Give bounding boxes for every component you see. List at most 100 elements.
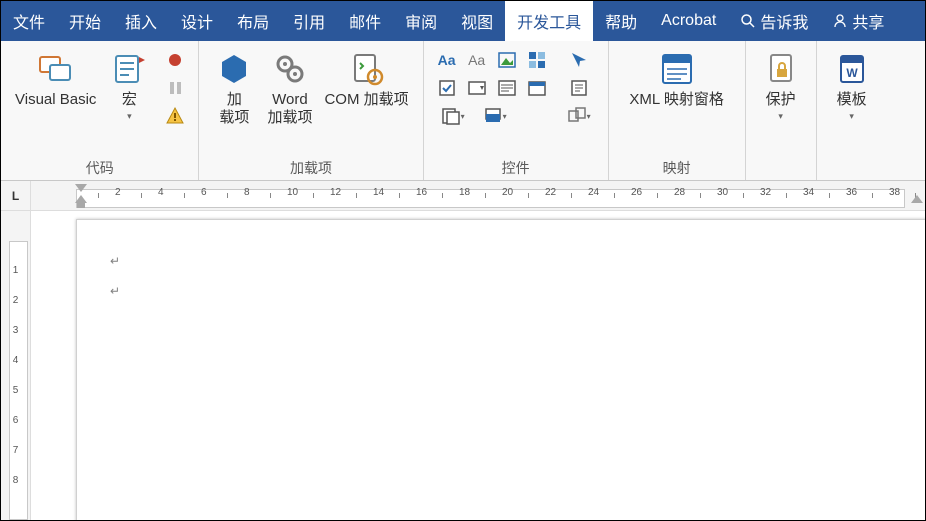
document-canvas[interactable]: ↵ ↵ bbox=[31, 211, 925, 520]
plain-text-content-control-button[interactable]: Aa bbox=[466, 49, 488, 71]
addins-button[interactable]: 加 载项 bbox=[207, 47, 261, 129]
tab-review[interactable]: 审阅 bbox=[393, 1, 449, 41]
horizontal-ruler[interactable]: 246810121416182022242628303234363840 bbox=[31, 181, 925, 211]
right-indent-marker[interactable] bbox=[911, 195, 923, 203]
left-indent-marker[interactable] bbox=[75, 195, 87, 208]
ruler-tick: 24 bbox=[588, 187, 599, 198]
group-code-label: 代码 bbox=[1, 158, 198, 178]
group-addins: 加 载项 Word 加载项 COM 加载项 加载项 bbox=[199, 41, 423, 180]
macros-icon bbox=[109, 49, 149, 89]
app-window: 文件 开始 插入 设计 布局 引用 邮件 审阅 视图 开发工具 帮助 Acrob… bbox=[0, 0, 926, 521]
ruler-tick: 6 bbox=[201, 187, 207, 198]
com-addins-icon bbox=[347, 49, 387, 89]
ruler-tick: 4 bbox=[1, 355, 30, 366]
first-line-indent-marker[interactable] bbox=[75, 184, 87, 192]
chevron-down-icon: ▾ bbox=[127, 111, 132, 122]
protect-button[interactable]: 保护 ▾ bbox=[754, 47, 808, 124]
design-mode-button[interactable] bbox=[562, 49, 596, 71]
ruler-tick: 16 bbox=[416, 187, 427, 198]
ruler-tick: 28 bbox=[674, 187, 685, 198]
tab-acrobat[interactable]: Acrobat bbox=[649, 1, 728, 41]
record-macro-button[interactable] bbox=[164, 49, 186, 71]
date-picker-content-control-button[interactable] bbox=[526, 77, 548, 99]
tab-mailings[interactable]: 邮件 bbox=[337, 1, 393, 41]
svg-text:W: W bbox=[846, 66, 858, 80]
group-addins-label: 加载项 bbox=[199, 158, 422, 178]
ruler-tick: 8 bbox=[244, 187, 250, 198]
person-icon bbox=[832, 13, 848, 29]
page: ↵ ↵ bbox=[76, 219, 925, 520]
ruler-tick: 1 bbox=[1, 265, 30, 276]
group-controls-button[interactable]: ▾ bbox=[562, 105, 596, 127]
ruler-tick: 32 bbox=[760, 187, 771, 198]
group-controls-label: 控件 bbox=[424, 158, 608, 178]
ruler-tick: 36 bbox=[846, 187, 857, 198]
combo-box-content-control-button[interactable] bbox=[466, 77, 488, 99]
repeating-section-control-button[interactable]: ▾ bbox=[436, 105, 470, 127]
dropdown-list-content-control-button[interactable] bbox=[496, 77, 518, 99]
word-addins-button[interactable]: Word 加载项 bbox=[261, 47, 318, 129]
group-protect: 保护 ▾ bbox=[746, 41, 817, 180]
ruler-tick: 38 bbox=[889, 187, 900, 198]
ruler-tick: 14 bbox=[373, 187, 384, 198]
ruler-tick: 4 bbox=[158, 187, 164, 198]
group-templates: W 模板 ▾ bbox=[817, 41, 887, 180]
group-mapping-label: 映射 bbox=[609, 158, 745, 178]
tab-view[interactable]: 视图 bbox=[449, 1, 505, 41]
search-icon bbox=[740, 13, 756, 29]
ribbon: Visual Basic 宏 ▾ 代码 加 载项 bbox=[1, 41, 925, 181]
ruler-tick: 6 bbox=[1, 415, 30, 426]
ruler-tick: 26 bbox=[631, 187, 642, 198]
ruler-tick: 22 bbox=[545, 187, 556, 198]
vertical-ruler[interactable]: 1 2 3 4 5 6 7 8 bbox=[1, 211, 31, 520]
macro-security-button[interactable] bbox=[164, 105, 186, 127]
ruler-tick: 12 bbox=[330, 187, 341, 198]
paragraph-mark: ↵ bbox=[110, 284, 120, 298]
ruler-tick: 8 bbox=[1, 475, 30, 486]
ruler-tick: 5 bbox=[1, 385, 30, 396]
tab-developer[interactable]: 开发工具 bbox=[505, 1, 593, 41]
properties-button[interactable] bbox=[562, 77, 596, 99]
document-area: L 12345678 24681012141618202224262830323… bbox=[1, 181, 925, 520]
ruler-tick: 20 bbox=[502, 187, 513, 198]
addins-icon bbox=[214, 49, 254, 89]
pause-recording-button[interactable] bbox=[164, 77, 186, 99]
share-button[interactable]: 共享 bbox=[820, 1, 896, 41]
protect-icon bbox=[761, 49, 801, 89]
tab-references[interactable]: 引用 bbox=[281, 1, 337, 41]
picture-content-control-button[interactable] bbox=[496, 49, 518, 71]
tab-insert[interactable]: 插入 bbox=[113, 1, 169, 41]
word-addins-icon bbox=[270, 49, 310, 89]
tab-selector[interactable]: L bbox=[1, 181, 31, 211]
templates-button[interactable]: W 模板 ▾ bbox=[825, 47, 879, 124]
visual-basic-icon bbox=[36, 49, 76, 89]
ruler-tick: 30 bbox=[717, 187, 728, 198]
tab-help[interactable]: 帮助 bbox=[593, 1, 649, 41]
tab-file[interactable]: 文件 bbox=[1, 1, 57, 41]
ruler-tick: 2 bbox=[115, 187, 121, 198]
chevron-down-icon: ▾ bbox=[849, 111, 854, 122]
tab-home[interactable]: 开始 bbox=[57, 1, 113, 41]
group-controls: Aa Aa ▾ ▾ ▾ bbox=[424, 41, 609, 180]
xml-mapping-icon bbox=[657, 49, 697, 89]
templates-icon: W bbox=[832, 49, 872, 89]
macros-button[interactable]: 宏 ▾ bbox=[102, 47, 156, 124]
group-mapping: XML 映射窗格 映射 bbox=[609, 41, 746, 180]
legacy-tools-button[interactable]: ▾ bbox=[478, 105, 512, 127]
tellme-search[interactable]: 告诉我 bbox=[728, 1, 820, 41]
tab-design[interactable]: 设计 bbox=[169, 1, 225, 41]
rich-text-content-control-button[interactable]: Aa bbox=[436, 49, 458, 71]
ruler-tick: 7 bbox=[1, 445, 30, 456]
checkbox-content-control-button[interactable] bbox=[436, 77, 458, 99]
ruler-tick: 3 bbox=[1, 325, 30, 336]
ruler-tick: 34 bbox=[803, 187, 814, 198]
visual-basic-button[interactable]: Visual Basic bbox=[9, 47, 102, 111]
tab-layout[interactable]: 布局 bbox=[225, 1, 281, 41]
com-addins-button[interactable]: COM 加载项 bbox=[318, 47, 414, 111]
ruler-tick: 18 bbox=[459, 187, 470, 198]
tab-strip: 文件 开始 插入 设计 布局 引用 邮件 审阅 视图 开发工具 帮助 Acrob… bbox=[1, 1, 925, 41]
paragraph-mark: ↵ bbox=[110, 254, 120, 268]
building-block-gallery-control-button[interactable] bbox=[526, 49, 548, 71]
ruler-tick: 2 bbox=[1, 295, 30, 306]
xml-mapping-pane-button[interactable]: XML 映射窗格 bbox=[617, 47, 737, 111]
